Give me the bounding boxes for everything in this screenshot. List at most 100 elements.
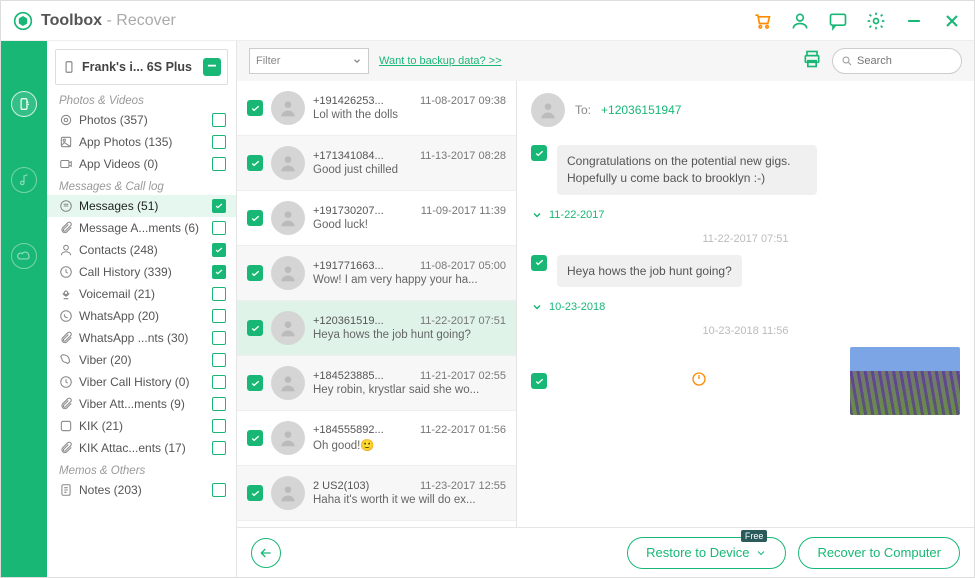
sidebar-item[interactable]: Viber Att...ments (9) (47, 393, 236, 415)
message-item[interactable]: +191730207...11-09-2017 11:39Good luck! (237, 191, 516, 246)
message-check[interactable] (247, 430, 263, 446)
app-logo-icon (13, 11, 33, 31)
date-divider[interactable]: 10-23-2018 (517, 293, 974, 321)
sidebar-section-header: Memos & Others (47, 459, 236, 479)
sidebar-item[interactable]: Photos (357) (47, 109, 236, 131)
minimize-icon[interactable] (904, 11, 924, 31)
sidebar-check[interactable] (212, 397, 226, 411)
bubble-check[interactable] (531, 145, 547, 161)
sidebar-item[interactable]: Notes (203) (47, 479, 236, 501)
search-box[interactable] (832, 48, 962, 74)
sidebar-item-label: KIK Attac...ents (17) (79, 441, 186, 455)
bubble-check[interactable] (531, 255, 547, 271)
sidebar-section-header: Messages & Call log (47, 175, 236, 195)
sidebar-check[interactable] (212, 221, 226, 235)
sidebar-item[interactable]: Contacts (248) (47, 239, 236, 261)
message-check[interactable] (247, 485, 263, 501)
backup-link[interactable]: Want to backup data? >> (379, 55, 502, 67)
message-phone: +184555892... (313, 424, 384, 436)
recover-to-computer-button[interactable]: Recover to Computer (798, 537, 960, 569)
message-item[interactable]: +171341084...11-13-2017 08:28Good just c… (237, 136, 516, 191)
message-time: 11-09-2017 11:39 (421, 205, 506, 217)
gear-icon[interactable] (866, 11, 886, 31)
sidebar-item[interactable]: Call History (339) (47, 261, 236, 283)
message-preview: Heya hows the job hunt going? (313, 329, 506, 341)
sidebar-check[interactable] (212, 265, 226, 279)
message-item[interactable]: +191426253...11-08-2017 09:38Lol with th… (237, 81, 516, 136)
sidebar-item[interactable]: WhatsApp (20) (47, 305, 236, 327)
message-time: 11-23-2017 12:55 (420, 480, 506, 492)
message-check[interactable] (247, 320, 263, 336)
print-icon[interactable] (802, 49, 822, 74)
bubble-check[interactable] (531, 373, 547, 389)
message-phone: +191771663... (313, 260, 384, 272)
message-item[interactable]: +184523885...11-21-2017 02:55Hey robin, … (237, 356, 516, 411)
sidebar-check[interactable] (212, 375, 226, 389)
message-item[interactable]: 2 US2(103)11-23-2017 12:55Haha it's wort… (237, 466, 516, 521)
rail-cloud-icon[interactable] (11, 243, 37, 269)
sidebar-check[interactable] (212, 157, 226, 171)
message-check[interactable] (247, 265, 263, 281)
sidebar-item-label: Viber Att...ments (9) (79, 397, 185, 411)
footer: Restore to Device Free Recover to Comput… (237, 527, 974, 577)
sidebar-item[interactable]: KIK (21) (47, 415, 236, 437)
sidebar-item[interactable]: App Photos (135) (47, 131, 236, 153)
date-divider[interactable]: 11-22-2017 (517, 201, 974, 229)
chat-image[interactable] (850, 347, 960, 415)
message-check[interactable] (247, 210, 263, 226)
sidebar-item[interactable]: Voicemail (21) (47, 283, 236, 305)
sidebar-item[interactable]: WhatsApp ...nts (30) (47, 327, 236, 349)
sidebar-check[interactable] (212, 113, 226, 127)
rail-music-icon[interactable] (11, 167, 37, 193)
sidebar-check[interactable] (212, 135, 226, 149)
sidebar-check[interactable] (212, 419, 226, 433)
sidebar-check[interactable] (212, 199, 226, 213)
chat-to-label: To: (575, 103, 591, 117)
sidebar: Frank's i... 6S Plus − Photos & VideosPh… (47, 41, 237, 577)
sidebar-check[interactable] (212, 353, 226, 367)
cart-icon[interactable] (752, 11, 772, 31)
sidebar-item[interactable]: Messages (51) (47, 195, 236, 217)
chat-to-number: +12036151947 (601, 103, 681, 117)
message-item[interactable]: +191771663...11-08-2017 05:00Wow! I am v… (237, 246, 516, 301)
filter-dropdown[interactable]: Filter (249, 48, 369, 74)
sidebar-item-label: Call History (339) (79, 265, 172, 279)
sidebar-item[interactable]: Viber (20) (47, 349, 236, 371)
restore-to-device-button[interactable]: Restore to Device Free (627, 537, 786, 569)
message-item[interactable]: +120361519...11-22-2017 07:51Heya hows t… (237, 301, 516, 356)
chat-icon[interactable] (828, 11, 848, 31)
message-check[interactable] (247, 100, 263, 116)
message-preview: Hey robin, krystlar said she wo... (313, 384, 506, 396)
sidebar-item[interactable]: KIK Attac...ents (17) (47, 437, 236, 459)
message-time: 11-08-2017 05:00 (420, 260, 506, 272)
sidebar-item[interactable]: Message A...ments (6) (47, 217, 236, 239)
sidebar-check[interactable] (212, 483, 226, 497)
sidebar-check[interactable] (212, 441, 226, 455)
sidebar-item-label: Voicemail (21) (79, 287, 155, 301)
close-icon[interactable] (942, 11, 962, 31)
message-time: 11-22-2017 07:51 (420, 315, 506, 327)
titlebar: Toolbox - Recover (1, 1, 974, 41)
message-check[interactable] (247, 375, 263, 391)
message-item[interactable]: +184555892...11-22-2017 01:56Oh good!🙂 (237, 411, 516, 466)
sidebar-item-label: Notes (203) (79, 483, 142, 497)
sidebar-check[interactable] (212, 309, 226, 323)
avatar-icon (271, 201, 305, 235)
sidebar-item-label: Contacts (248) (79, 243, 158, 257)
user-icon[interactable] (790, 11, 810, 31)
sidebar-check[interactable] (212, 243, 226, 257)
sidebar-item[interactable]: App Videos (0) (47, 153, 236, 175)
device-selector[interactable]: Frank's i... 6S Plus − (55, 49, 228, 85)
power-icon (691, 371, 707, 392)
chat-timestamp: 11-22-2017 07:51 (517, 229, 974, 249)
app-title: Toolbox - Recover (41, 12, 176, 30)
sidebar-check[interactable] (212, 331, 226, 345)
sidebar-item[interactable]: Viber Call History (0) (47, 371, 236, 393)
back-button[interactable] (251, 538, 281, 568)
rail-device-icon[interactable] (11, 91, 37, 117)
avatar-icon (271, 146, 305, 180)
message-check[interactable] (247, 155, 263, 171)
sidebar-check[interactable] (212, 287, 226, 301)
device-collapse-icon[interactable]: − (203, 58, 221, 76)
search-input[interactable] (857, 55, 947, 67)
